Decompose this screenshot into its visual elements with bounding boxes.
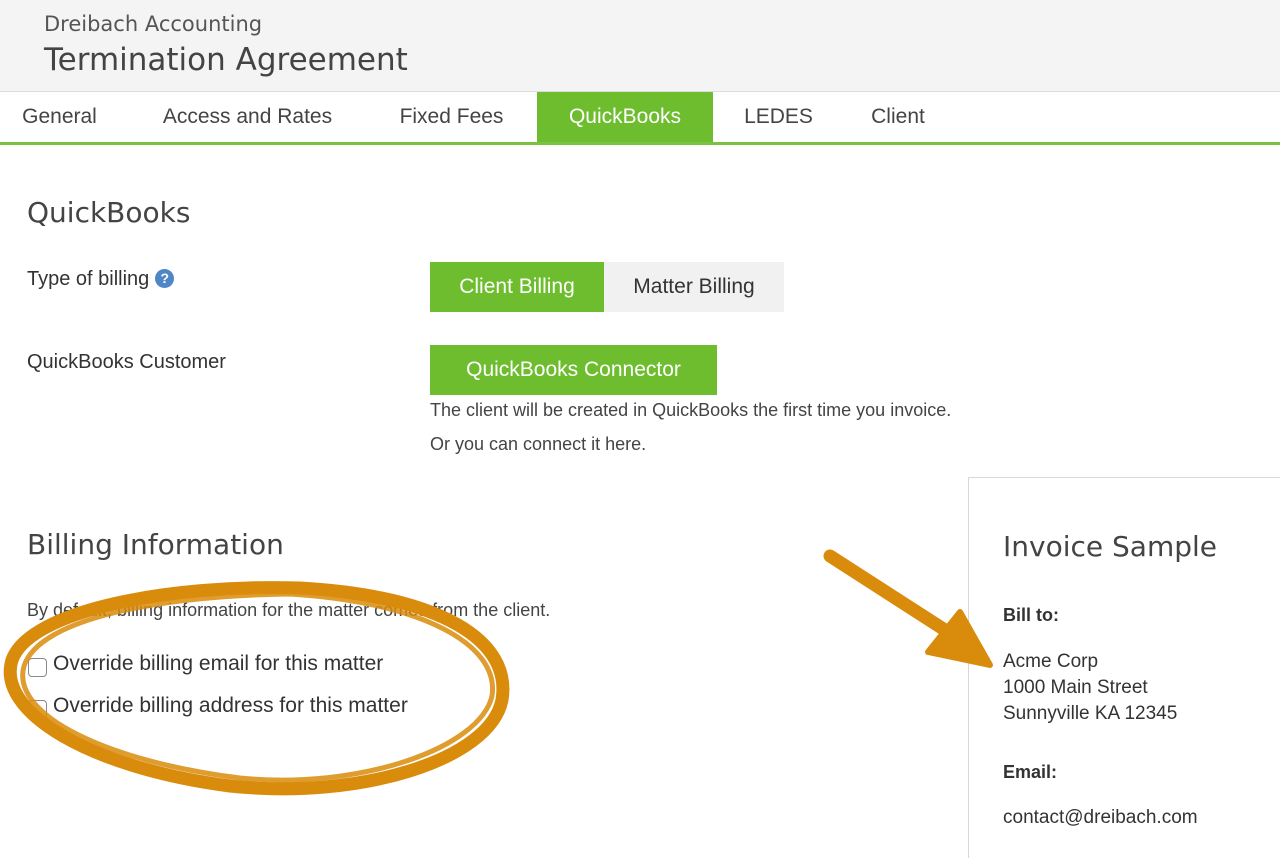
invoice-email: contact@dreibach.com (1003, 807, 1198, 828)
quickbooks-section-title: QuickBooks (27, 196, 191, 229)
quickbooks-customer-label: QuickBooks Customer (27, 351, 226, 373)
email-label: Email: (1003, 762, 1058, 782)
connector-hint-line-1: The client will be created in QuickBooks… (430, 400, 952, 420)
connector-hint-line-2: Or you can connect it here. (430, 434, 647, 454)
page-title: Termination Agreement (44, 42, 408, 78)
tab-ledes[interactable]: LEDES (726, 92, 831, 142)
invoice-sample-panel: Invoice Sample Bill to: Acme Corp 1000 M… (968, 477, 1280, 858)
tab-quickbooks[interactable]: QuickBooks (537, 92, 713, 142)
invoice-sample-title: Invoice Sample (1003, 530, 1217, 563)
matter-billing-button[interactable]: Matter Billing (604, 262, 784, 312)
bill-to-label: Bill to: (1003, 605, 1059, 625)
organization-name: Dreibach Accounting (44, 12, 263, 36)
billing-type-row: Type of billing? (27, 268, 175, 291)
address-line-2: 1000 Main Street (1003, 677, 1148, 698)
address-line-1: Acme Corp (1003, 651, 1099, 672)
billing-type-label: Type of billing (27, 268, 150, 290)
billing-information-title: Billing Information (27, 528, 284, 561)
page-header: Dreibach Accounting Termination Agreemen… (0, 0, 1280, 92)
override-email-row[interactable]: Override billing email for this matter (28, 650, 383, 677)
tab-bar: General Access and Rates Fixed Fees Quic… (0, 92, 1280, 145)
override-address-checkbox[interactable] (28, 700, 47, 719)
quickbooks-connector-button[interactable]: QuickBooks Connector (430, 345, 717, 395)
tab-general[interactable]: General (0, 92, 119, 142)
tab-access-and-rates[interactable]: Access and Rates (130, 92, 365, 142)
client-billing-button[interactable]: Client Billing (430, 262, 604, 312)
billing-information-description: By default, billing information for the … (27, 600, 551, 620)
annotation-arrow (823, 549, 993, 668)
override-email-checkbox[interactable] (28, 658, 47, 677)
tab-client[interactable]: Client (850, 92, 946, 142)
override-email-label[interactable]: Override billing email for this matter (53, 652, 383, 676)
address-line-3: Sunnyville KA 12345 (1003, 703, 1178, 724)
help-icon[interactable]: ? (155, 269, 175, 288)
override-address-label[interactable]: Override billing address for this matter (53, 694, 408, 718)
tab-fixed-fees[interactable]: Fixed Fees (378, 92, 525, 142)
override-address-row[interactable]: Override billing address for this matter (28, 692, 408, 719)
